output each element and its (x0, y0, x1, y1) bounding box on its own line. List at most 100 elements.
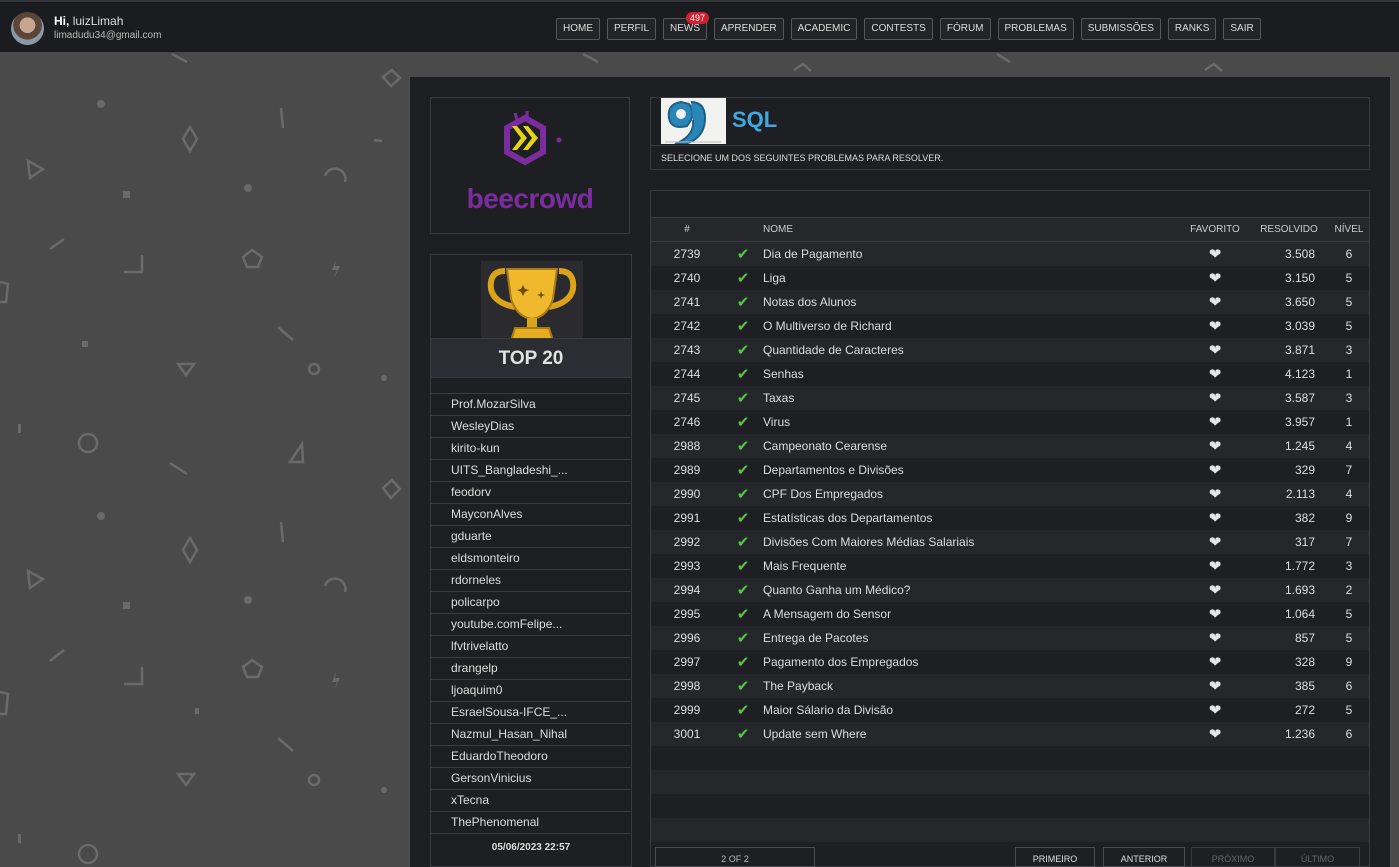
problem-name[interactable]: CPF Dos Empregados (763, 482, 1181, 506)
top20-user[interactable]: rdorneles (431, 570, 631, 592)
problem-name[interactable]: The Payback (763, 674, 1181, 698)
table-row[interactable]: 2998 ✔ The Payback ❤ 385 6 (651, 673, 1369, 698)
top20-user[interactable]: ThePhenomenal (431, 812, 631, 834)
table-row[interactable]: 2746 ✔ Virus ❤ 3.957 1 (651, 409, 1369, 434)
favorite-heart-icon[interactable]: ❤ (1181, 266, 1249, 290)
favorite-heart-icon[interactable]: ❤ (1181, 386, 1249, 410)
last-page-button[interactable]: ÚLTIMO (1275, 847, 1360, 867)
favorite-heart-icon[interactable]: ❤ (1181, 314, 1249, 338)
favorite-heart-icon[interactable]: ❤ (1181, 530, 1249, 554)
table-row[interactable]: 2742 ✔ O Multiverso de Richard ❤ 3.039 5 (651, 313, 1369, 338)
problem-id[interactable]: 2995 (651, 602, 723, 626)
table-row[interactable]: 2996 ✔ Entrega de Pacotes ❤ 857 5 (651, 625, 1369, 650)
problem-id[interactable]: 2745 (651, 386, 723, 410)
table-row[interactable]: 2740 ✔ Liga ❤ 3.150 5 (651, 265, 1369, 290)
top20-user[interactable]: Prof.MozarSilva (431, 394, 631, 416)
problem-name[interactable]: Taxas (763, 386, 1181, 410)
table-row[interactable]: 2989 ✔ Departamentos e Divisões ❤ 329 7 (651, 457, 1369, 482)
nav-contests[interactable]: CONTESTS (864, 18, 933, 40)
problem-name[interactable]: Quantidade de Caracteres (763, 338, 1181, 362)
table-row[interactable]: 2743 ✔ Quantidade de Caracteres ❤ 3.871 3 (651, 337, 1369, 362)
table-row[interactable]: 2741 ✔ Notas dos Alunos ❤ 3.650 5 (651, 289, 1369, 314)
problem-id[interactable]: 2743 (651, 338, 723, 362)
problem-id[interactable]: 2988 (651, 434, 723, 458)
nav-sair[interactable]: SAIR (1223, 18, 1261, 40)
table-row[interactable]: 2988 ✔ Campeonato Cearense ❤ 1.245 4 (651, 433, 1369, 458)
problem-id[interactable]: 2994 (651, 578, 723, 602)
problem-id[interactable]: 2741 (651, 290, 723, 314)
top20-user[interactable]: MayconAlves (431, 504, 631, 526)
top20-user[interactable]: eldsmonteiro (431, 548, 631, 570)
nav-news[interactable]: NEWS 497 (663, 12, 710, 40)
favorite-heart-icon[interactable]: ❤ (1181, 602, 1249, 626)
top20-user[interactable]: feodorv (431, 482, 631, 504)
top20-user[interactable]: drangelp (431, 658, 631, 680)
table-row[interactable]: 2745 ✔ Taxas ❤ 3.587 3 (651, 385, 1369, 410)
table-row[interactable]: 2744 ✔ Senhas ❤ 4.123 1 (651, 361, 1369, 386)
nav-aprender[interactable]: APRENDER (714, 18, 784, 40)
problem-name[interactable]: Departamentos e Divisões (763, 458, 1181, 482)
favorite-heart-icon[interactable]: ❤ (1181, 578, 1249, 602)
nav-academic[interactable]: ACADEMIC (790, 18, 858, 40)
problem-name[interactable]: Virus (763, 410, 1181, 434)
top20-user[interactable]: youtube.comFelipe... (431, 614, 631, 636)
nav-submissoes[interactable]: SUBMISSÕES (1080, 18, 1161, 40)
problem-name[interactable]: Mais Frequente (763, 554, 1181, 578)
top20-user[interactable]: lfvtrivelatto (431, 636, 631, 658)
favorite-heart-icon[interactable]: ❤ (1181, 434, 1249, 458)
nav-perfil[interactable]: PERFIL (607, 18, 657, 40)
avatar[interactable] (11, 12, 44, 45)
favorite-heart-icon[interactable]: ❤ (1181, 650, 1249, 674)
top20-user[interactable]: gduarte (431, 526, 631, 548)
favorite-heart-icon[interactable]: ❤ (1181, 362, 1249, 386)
problem-name[interactable]: Pagamento dos Empregados (763, 650, 1181, 674)
problem-id[interactable]: 2742 (651, 314, 723, 338)
table-row[interactable]: 2997 ✔ Pagamento dos Empregados ❤ 328 9 (651, 649, 1369, 674)
top20-user[interactable]: WesleyDias (431, 416, 631, 438)
table-row[interactable]: 2739 ✔ Dia de Pagamento ❤ 3.508 6 (651, 241, 1369, 266)
favorite-heart-icon[interactable]: ❤ (1181, 506, 1249, 530)
problem-id[interactable]: 2996 (651, 626, 723, 650)
nav-problemas[interactable]: PROBLEMAS (997, 18, 1074, 40)
problem-name[interactable]: Liga (763, 266, 1181, 290)
favorite-heart-icon[interactable]: ❤ (1181, 554, 1249, 578)
problem-id[interactable]: 2991 (651, 506, 723, 530)
problem-name[interactable]: Dia de Pagamento (763, 242, 1181, 266)
problem-name[interactable]: O Multiverso de Richard (763, 314, 1181, 338)
table-row[interactable]: 2991 ✔ Estatísticas dos Departamentos ❤ 382 9 (651, 505, 1369, 530)
username[interactable]: luizLimah (73, 14, 124, 28)
nav-home[interactable]: HOME (556, 18, 600, 40)
col-solved[interactable]: RESOLVIDO (1249, 217, 1329, 242)
problem-id[interactable]: 2989 (651, 458, 723, 482)
prev-page-button[interactable]: ANTERIOR (1103, 847, 1185, 867)
problem-id[interactable]: 2744 (651, 362, 723, 386)
problem-id[interactable]: 2998 (651, 674, 723, 698)
next-page-button[interactable]: PRÓXIMO (1191, 847, 1275, 867)
problem-id[interactable]: 2740 (651, 266, 723, 290)
top20-user[interactable]: EsraelSousa-IFCE_... (431, 702, 631, 724)
top20-user[interactable]: ljoaquim0 (431, 680, 631, 702)
problem-name[interactable]: A Mensagem do Sensor (763, 602, 1181, 626)
problem-id[interactable]: 2739 (651, 242, 723, 266)
favorite-heart-icon[interactable]: ❤ (1181, 242, 1249, 266)
col-name[interactable]: NOME (763, 217, 1181, 242)
favorite-heart-icon[interactable]: ❤ (1181, 290, 1249, 314)
problem-id[interactable]: 2992 (651, 530, 723, 554)
nav-ranks[interactable]: RANKS (1167, 18, 1217, 40)
problem-id[interactable]: 2746 (651, 410, 723, 434)
favorite-heart-icon[interactable]: ❤ (1181, 458, 1249, 482)
problem-id[interactable]: 3001 (651, 722, 723, 746)
top20-user[interactable]: GersonVinicius (431, 768, 631, 790)
problem-name[interactable]: Entrega de Pacotes (763, 626, 1181, 650)
favorite-heart-icon[interactable]: ❤ (1181, 410, 1249, 434)
top20-user[interactable]: xTecna (431, 790, 631, 812)
problem-name[interactable]: Senhas (763, 362, 1181, 386)
table-row[interactable]: 2994 ✔ Quanto Ganha um Médico? ❤ 1.693 2 (651, 577, 1369, 602)
favorite-heart-icon[interactable]: ❤ (1181, 674, 1249, 698)
first-page-button[interactable]: PRIMEIRO (1015, 847, 1095, 867)
problem-id[interactable]: 2990 (651, 482, 723, 506)
problem-name[interactable]: Campeonato Cearense (763, 434, 1181, 458)
favorite-heart-icon[interactable]: ❤ (1181, 338, 1249, 362)
table-row[interactable]: 3001 ✔ Update sem Where ❤ 1.236 6 (651, 721, 1369, 746)
problem-name[interactable]: Divisões Com Maiores Médias Salariais (763, 530, 1181, 554)
